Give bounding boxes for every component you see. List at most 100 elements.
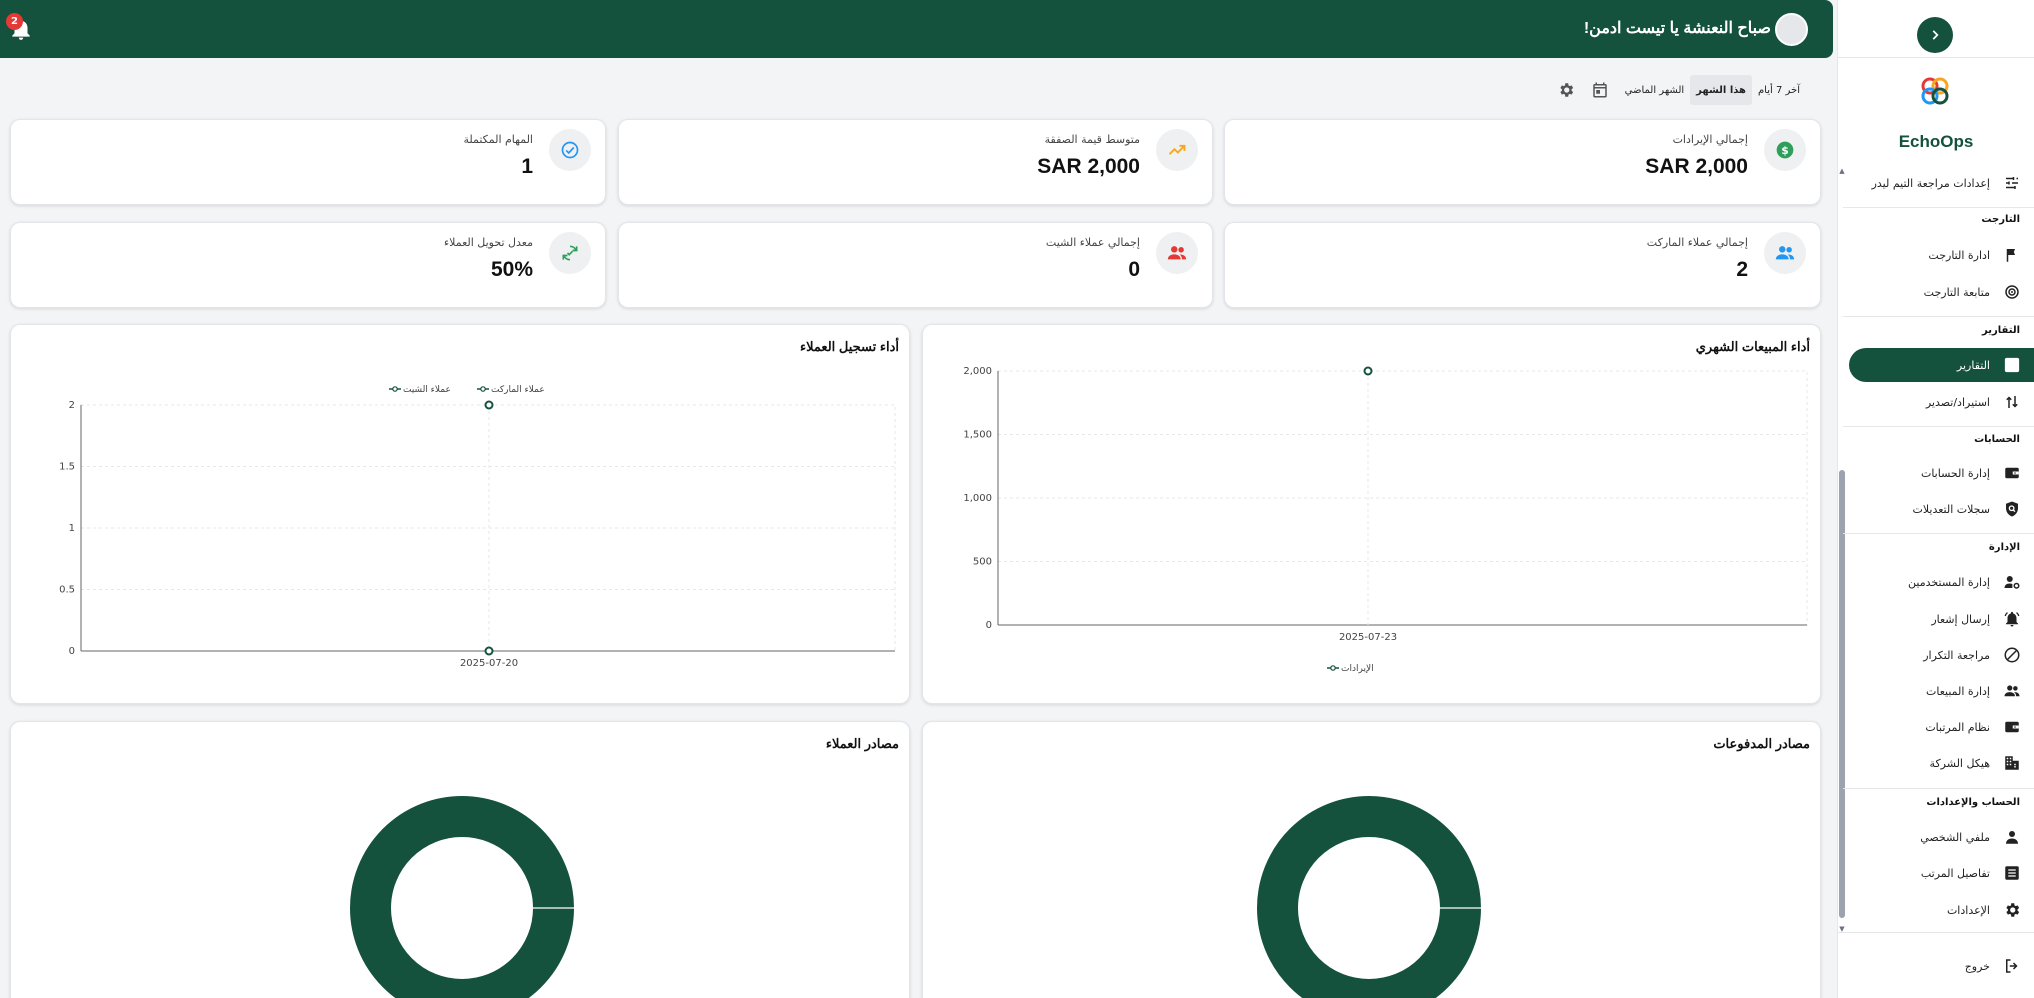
nav-section-heading: التقارير	[1982, 325, 2020, 336]
filter-last-7-days[interactable]: آخر 7 أيام	[1752, 75, 1806, 105]
sidebar-item-5[interactable]: التقارير	[1849, 348, 2034, 382]
top-header: 2 صباح النعنشة يا تيست ادمن!	[0, 0, 1833, 58]
person-icon	[2002, 827, 2022, 847]
nav-divider	[1843, 426, 2034, 427]
legend-label: عملاء الشيت	[403, 385, 451, 395]
nav-divider	[1843, 207, 2034, 208]
stat-card-total-revenue: $ إجمالي الإيرادات SAR 2,000	[1224, 119, 1821, 205]
chevron-right-icon	[1932, 30, 1939, 40]
y-tick-label: 1,000	[963, 493, 992, 504]
logout-icon	[2002, 956, 2022, 976]
nav-divider	[1843, 788, 2034, 789]
sync-icon	[549, 232, 591, 274]
nav-section-heading: التارجت	[1981, 214, 2020, 225]
legend-marker	[392, 386, 398, 392]
x-tick-label: 2025-07-23	[1339, 632, 1397, 643]
donut-slice	[350, 796, 574, 998]
stat-label: إجمالي الإيرادات	[1672, 133, 1748, 146]
nav-section-heading: الحسابات	[1974, 434, 2020, 445]
y-tick-label: 0	[986, 620, 992, 631]
sidebar: EchoOps ▲ ▼ إعدادات مراجعة التيم ليدر الت…	[1837, 0, 2034, 998]
stat-card-completed-tasks: المهام المكتملة 1	[10, 119, 606, 205]
y-tick-label: 2,000	[963, 366, 992, 377]
stat-label: إجمالي عملاء الشيت	[1045, 236, 1140, 249]
scroll-up-arrow-icon[interactable]: ▲	[1838, 167, 1846, 175]
stat-value: 50%	[490, 258, 533, 281]
legend-marker	[1330, 665, 1336, 671]
gear-icon[interactable]	[1551, 75, 1581, 105]
building-icon	[2002, 753, 2022, 773]
stat-card-market-clients: إجمالي عملاء الماركت 2	[1224, 222, 1821, 308]
sidebar-item-11[interactable]: إدارة المستخدمين	[1849, 565, 2034, 599]
sidebar-item-13[interactable]: مراجعة التكرار	[1849, 638, 2034, 672]
data-point	[484, 646, 494, 656]
y-tick-label: 2	[69, 400, 75, 411]
sidebar-item-6[interactable]: استيراد/تصدير	[1849, 385, 2034, 419]
list-icon	[2002, 863, 2022, 883]
donut-slice	[1257, 796, 1481, 998]
target-icon	[2002, 282, 2022, 302]
people-icon	[2002, 681, 2022, 701]
legend-label: عملاء الماركت	[491, 385, 545, 395]
sidebar-item-12[interactable]: إرسال إشعار	[1849, 602, 2034, 636]
sidebar-item-19[interactable]: تفاصيل المرتب	[1849, 856, 2034, 890]
svg-text:$: $	[1781, 144, 1789, 157]
sidebar-item-label: هيكل الشركة	[1929, 756, 1990, 770]
legend-label: الإيرادات	[1341, 664, 1374, 674]
sidebar-scrollbar[interactable]	[1838, 165, 1846, 935]
check-circle-icon	[549, 129, 591, 171]
sidebar-item-label: سجلات التعديلات	[1912, 502, 1990, 516]
sidebar-item-label: إدارة المبيعات	[1925, 684, 1990, 698]
sidebar-item-0[interactable]: إعدادات مراجعة التيم ليدر	[1849, 166, 2034, 200]
chart-card-client-sources: مصادر العملاء	[10, 721, 910, 998]
sidebar-item-8[interactable]: إدارة الحسابات	[1849, 456, 2034, 490]
scrollbar-thumb[interactable]	[1839, 470, 1845, 918]
block-icon	[2002, 645, 2022, 665]
brand-name: EchoOps	[1898, 132, 1974, 151]
trending-up-icon	[1156, 129, 1198, 171]
data-point	[484, 400, 494, 410]
sidebar-top	[1838, 0, 2034, 58]
nav-section-heading: الحساب والإعدادات	[1926, 797, 2020, 808]
stat-card-sheet-clients: إجمالي عملاء الشيت 0	[618, 222, 1213, 308]
y-tick-label: 500	[973, 557, 992, 568]
greeting-text: صباح النعنشة يا تيست ادمن!	[1583, 20, 1771, 37]
sidebar-collapse-button[interactable]	[1917, 17, 1953, 53]
sidebar-item-9[interactable]: سجلات التعديلات	[1849, 492, 2034, 526]
notification-badge: 2	[6, 13, 23, 30]
y-tick-label: 0.5	[59, 585, 75, 596]
nav-divider	[1843, 316, 2034, 317]
sidebar-item-label: إدارة المستخدمين	[1908, 575, 1990, 589]
sidebar-item-2[interactable]: ادارة التارجت	[1849, 238, 2034, 272]
sidebar-item-label: الإعدادات	[1946, 903, 1990, 917]
sidebar-item-label: إدارة الحسابات	[1920, 466, 1990, 480]
stat-card-avg-deal: متوسط قيمة الصفقة SAR 2,000	[618, 119, 1213, 205]
data-point	[1363, 366, 1373, 376]
sidebar-item-label: نظام المرتبات	[1925, 720, 1990, 734]
user-gear-icon	[2002, 572, 2022, 592]
sidebar-item-label: التقارير	[1956, 358, 1990, 372]
chart-card-payment-sources: مصادر المدفوعات	[922, 721, 1821, 998]
logout-button[interactable]: خروج	[1849, 949, 2034, 983]
stat-value: 2	[1736, 258, 1748, 281]
sidebar-item-16[interactable]: هيكل الشركة	[1849, 746, 2034, 780]
sources-donut-chart	[350, 796, 574, 998]
chart-card-client-registration: أداء تسجيل العملاء 0 0.5 1 1.5 2 2025-07-20 عم…	[10, 324, 910, 704]
y-tick-label: 0	[69, 646, 75, 657]
sidebar-item-18[interactable]: ملفي الشخصي	[1849, 820, 2034, 854]
sidebar-item-label: متابعة التارجت	[1923, 285, 1990, 299]
x-tick-label: 2025-07-20	[460, 658, 518, 669]
sidebar-item-14[interactable]: إدارة المبيعات	[1849, 674, 2034, 708]
y-tick-label: 1.5	[59, 462, 75, 473]
sidebar-item-15[interactable]: نظام المرتبات	[1849, 710, 2034, 744]
sidebar-item-label: إعدادات مراجعة التيم ليدر	[1871, 176, 1990, 190]
sidebar-item-label: استيراد/تصدير	[1925, 395, 1990, 409]
filter-this-month[interactable]: هذا الشهر	[1690, 75, 1752, 105]
sidebar-item-3[interactable]: متابعة التارجت	[1849, 275, 2034, 309]
avatar[interactable]	[1775, 13, 1808, 46]
stat-value: SAR 2,000	[1037, 155, 1140, 178]
logout-label: خروج	[1964, 959, 1990, 973]
calendar-icon[interactable]	[1585, 75, 1615, 105]
sidebar-item-20[interactable]: الإعدادات	[1849, 893, 2034, 927]
filter-last-month[interactable]: الشهر الماضي	[1619, 75, 1691, 105]
